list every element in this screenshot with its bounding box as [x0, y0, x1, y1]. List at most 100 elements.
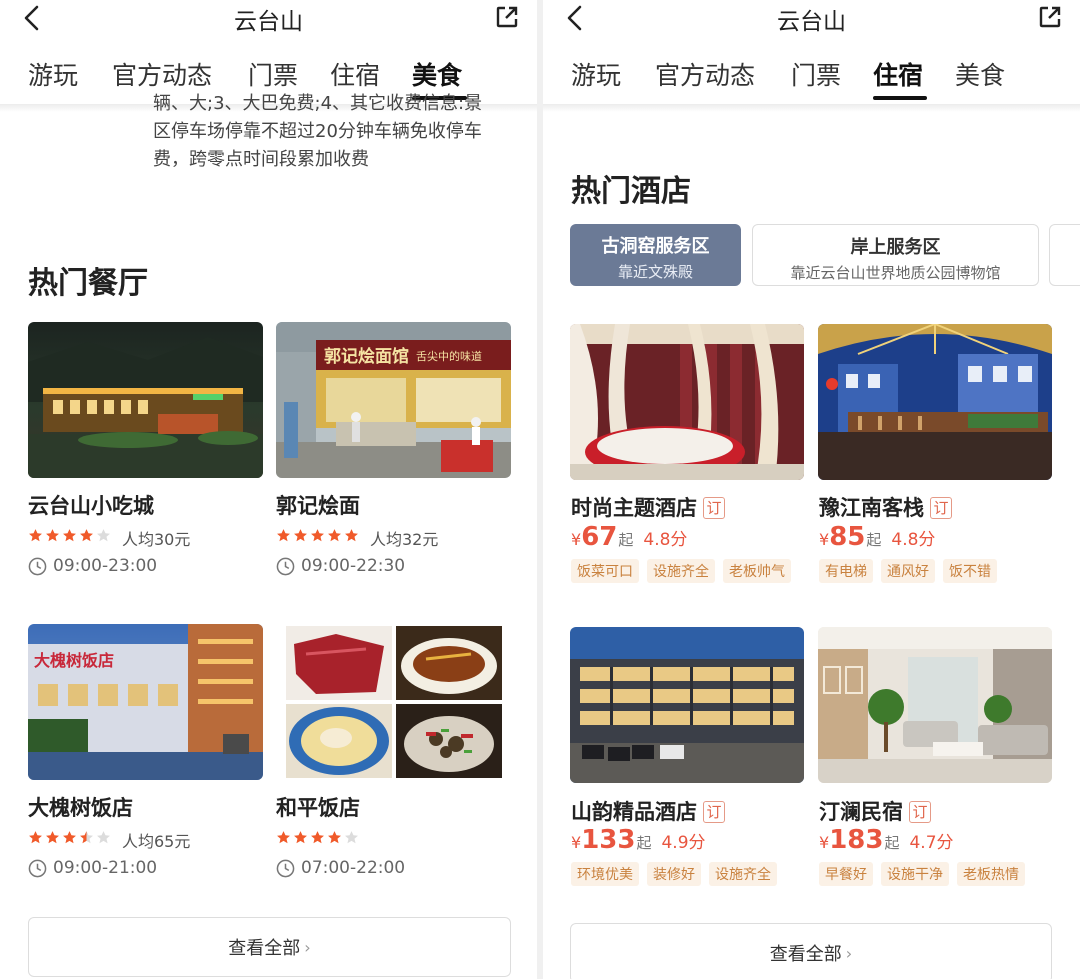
average-price: 人均65元	[122, 832, 191, 851]
book-badge: 订	[703, 497, 725, 519]
guoji-sign-text: 郭记烩面馆	[324, 346, 409, 367]
hotel-tag: 老板热情	[957, 862, 1025, 886]
hotel-image-yujiangnan[interactable]	[818, 324, 1052, 480]
tab-play[interactable]: 游玩	[571, 56, 621, 92]
hotel-name: 汀澜民宿	[819, 800, 903, 824]
restaurant-image-guoji[interactable]: 郭记烩面馆 舌尖中的味道	[276, 322, 511, 478]
opening-hours: 09:00-23:00	[28, 556, 157, 576]
tab-official-news[interactable]: 官方动态	[655, 56, 755, 92]
active-tab-indicator	[873, 96, 927, 100]
area-chip-name: 古洞窑服务区	[601, 236, 710, 257]
restaurant-image-snack-city[interactable]	[28, 322, 263, 478]
page-title: 云台山	[777, 9, 846, 35]
area-chip-name: 岸上服务区	[850, 237, 941, 258]
price-from-label: 起	[618, 531, 634, 549]
star-icon	[29, 831, 42, 844]
hours-text: 07:00-22:00	[301, 858, 406, 878]
star-icon	[63, 529, 76, 542]
star-icon	[328, 529, 341, 542]
opening-hours: 09:00-22:30	[276, 556, 405, 576]
star-icon	[294, 529, 307, 542]
currency-symbol: ¥	[819, 833, 830, 852]
hotel-image-fashion-theme[interactable]	[570, 324, 804, 480]
hotel-tag: 有电梯	[819, 559, 873, 583]
hotel-tag: 饭菜可口	[571, 559, 639, 583]
star-icon	[80, 529, 93, 542]
area-chip-gudongyao[interactable]: 古洞窑服务区 靠近文殊殿	[570, 224, 741, 286]
hotel-score: 4.8分	[891, 530, 936, 550]
price-value: 85	[829, 522, 866, 552]
tab-tickets[interactable]: 门票	[248, 56, 298, 92]
price-row: ¥67起 4.8分	[571, 522, 687, 552]
area-chip-more[interactable]	[1049, 224, 1080, 286]
hotel-tag: 老板帅气	[723, 559, 791, 583]
share-icon[interactable]	[1038, 5, 1062, 29]
hotel-name: 时尚主题酒店	[571, 496, 697, 520]
star-icon	[294, 831, 307, 844]
view-all-label: 查看全部	[769, 944, 842, 965]
hotel-name-row[interactable]: 豫江南客栈订	[819, 492, 952, 522]
restaurant-image-dahuaishu[interactable]: 大槐树饭店	[28, 624, 263, 780]
hotel-tag: 装修好	[647, 862, 701, 886]
rating-stars	[276, 528, 359, 544]
chevron-right-icon: ›	[304, 937, 311, 957]
restaurant-name[interactable]: 郭记烩面	[276, 490, 360, 520]
tab-lodging[interactable]: 住宿	[873, 56, 923, 92]
area-chip-anshang[interactable]: 岸上服务区 靠近云台山世界地质公园博物馆	[752, 224, 1039, 286]
hotel-score: 4.7分	[909, 833, 954, 853]
hotel-name-row[interactable]: 时尚主题酒店订	[571, 492, 725, 522]
hotel-name: 豫江南客栈	[819, 496, 924, 520]
section-title-restaurants: 热门餐厅	[28, 266, 148, 301]
restaurant-name[interactable]: 和平饭店	[276, 792, 360, 822]
view-all-hotels-button[interactable]: 查看全部 ›	[570, 923, 1052, 979]
hours-text: 09:00-23:00	[53, 556, 158, 576]
star-icon	[311, 831, 324, 844]
price-row: ¥85起 4.8分	[819, 522, 935, 552]
hotel-name-row[interactable]: 汀澜民宿订	[819, 796, 931, 826]
clock-icon	[276, 557, 295, 575]
price-row: ¥133起 4.9分	[571, 825, 706, 855]
tab-tickets[interactable]: 门票	[791, 56, 841, 92]
share-icon[interactable]	[495, 5, 519, 29]
hotel-score: 4.9分	[661, 833, 706, 853]
star-icon	[311, 529, 324, 542]
currency-symbol: ¥	[819, 530, 830, 549]
restaurant-name[interactable]: 大槐树饭店	[28, 792, 133, 822]
tab-official-news[interactable]: 官方动态	[112, 56, 212, 92]
view-all-restaurants-button[interactable]: 查看全部 ›	[28, 917, 511, 977]
opening-hours: 09:00-21:00	[28, 858, 157, 878]
tab-food[interactable]: 美食	[412, 56, 462, 92]
restaurant-image-heping[interactable]	[276, 624, 511, 780]
price-value: 67	[581, 522, 618, 552]
area-chip-subtitle: 靠近云台山世界地质公园博物馆	[790, 264, 1001, 282]
tab-food[interactable]: 美食	[955, 56, 1005, 92]
rating-stars	[28, 528, 111, 544]
tab-bar: 游玩 官方动态 门票 住宿 美食	[543, 56, 1080, 102]
restaurant-name[interactable]: 云台山小吃城	[28, 490, 154, 520]
star-icon	[29, 529, 42, 542]
tab-lodging[interactable]: 住宿	[330, 56, 380, 92]
hotel-tag: 通风好	[881, 559, 935, 583]
book-badge: 订	[703, 801, 725, 823]
hotel-score: 4.8分	[643, 530, 688, 550]
clock-icon	[28, 557, 47, 575]
hotel-tag: 饭不错	[943, 559, 997, 583]
hotel-name-row[interactable]: 山韵精品酒店订	[571, 796, 725, 826]
star-icon	[80, 831, 93, 844]
star-icon	[97, 831, 110, 844]
currency-symbol: ¥	[571, 530, 582, 549]
tab-play[interactable]: 游玩	[28, 56, 78, 92]
hotel-tag: 设施齐全	[709, 862, 777, 886]
parking-info-line: 费，跨零点时间段累加收费	[153, 149, 369, 170]
food-screen: 云台山 游玩 官方动态 门票 住宿 美食 辆、大;3、大巴免费;4、其它收费信息…	[0, 0, 537, 979]
clock-icon	[28, 859, 47, 877]
price-value: 183	[829, 825, 884, 855]
chevron-right-icon: ›	[845, 943, 853, 963]
hotel-image-tinglan[interactable]	[818, 627, 1052, 783]
hotel-tag: 环境优美	[571, 862, 639, 886]
hotel-image-shanyun[interactable]	[570, 627, 804, 783]
average-price: 人均30元	[122, 530, 191, 549]
star-icon	[345, 831, 358, 844]
star-icon	[46, 831, 59, 844]
parking-info-line: 辆、大;3、大巴免费;4、其它收费信息:景	[153, 93, 483, 114]
